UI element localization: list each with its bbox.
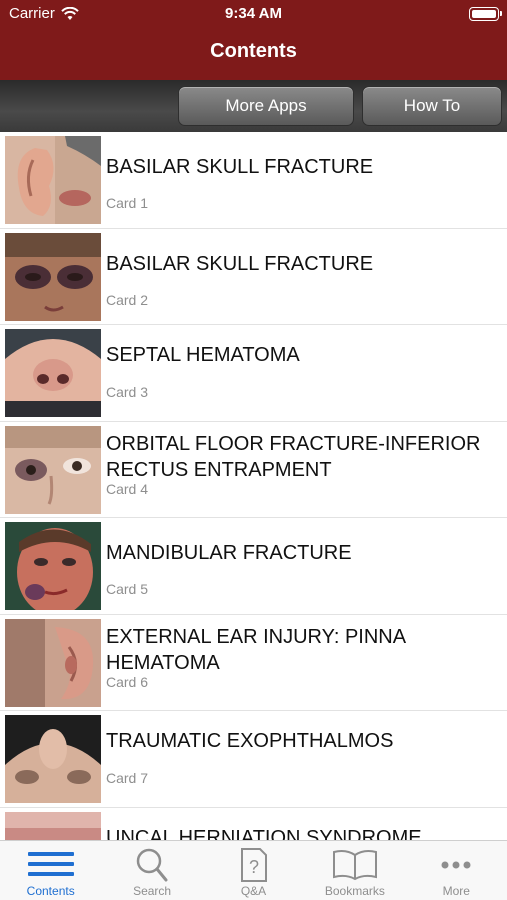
list-item[interactable]: ORBITAL FLOOR FRACTURE-INFERIOR RECTUS E… <box>0 422 507 518</box>
card-title: MANDIBULAR FRACTURE <box>106 542 352 564</box>
book-icon <box>332 850 377 881</box>
battery-icon <box>469 7 502 21</box>
tab-search[interactable]: Search <box>101 841 202 900</box>
status-time: 9:34 AM <box>225 5 282 22</box>
card-title: BASILAR SKULL FRACTURE <box>106 156 374 178</box>
card-title: UNCAL HERNIATION SYNDROME <box>106 826 422 841</box>
card-thumbnail <box>5 522 101 610</box>
card-thumbnail <box>5 811 101 840</box>
card-title: SEPTAL HEMATOMA <box>106 344 300 366</box>
card-number: Card 3 <box>106 384 149 400</box>
question-icon: ? <box>241 848 268 882</box>
list-item[interactable]: MANDIBULAR FRACTURE Card 5 <box>0 518 507 615</box>
card-thumbnail <box>5 232 101 321</box>
tab-contents[interactable]: Contents <box>0 841 101 900</box>
tab-more[interactable]: More <box>406 841 507 900</box>
list-item[interactable]: BASILAR SKULL FRACTURE Card 1 <box>0 132 507 229</box>
tab-label: Contents <box>26 884 75 898</box>
card-title: EXTERNAL EAR INJURY: PINNA HEMATOMA <box>106 625 405 674</box>
card-number: Card 2 <box>106 291 149 308</box>
list-item[interactable]: BASILAR SKULL FRACTURE Card 2 <box>0 229 507 325</box>
list-item[interactable]: EXTERNAL EAR INJURY: PINNA HEMATOMA Card… <box>0 615 507 711</box>
card-thumbnail <box>5 425 101 514</box>
card-number: Card 5 <box>106 581 149 597</box>
tab-label: More <box>442 884 470 898</box>
page-title: Contents <box>210 40 297 62</box>
card-thumbnail <box>5 715 101 803</box>
more-apps-button[interactable]: More Apps <box>178 86 354 126</box>
list-icon <box>27 852 74 876</box>
tab-label: Bookmarks <box>324 884 385 898</box>
tab-label: Q&A <box>240 884 267 898</box>
card-thumbnail <box>5 329 101 417</box>
card-title: BASILAR SKULL FRACTURE <box>106 252 374 275</box>
tab-bookmarks[interactable]: Bookmarks <box>304 841 405 900</box>
tab-qa[interactable]: ? Q&A <box>203 841 304 900</box>
card-title: ORBITAL FLOOR FRACTURE-INFERIOR RECTUS E… <box>106 432 481 481</box>
status-bar: Carrier 9:34 AM <box>0 0 507 28</box>
card-number: Card 6 <box>106 673 149 690</box>
tab-bar: Contents Search ? Q&A Bookmarks More <box>0 840 507 900</box>
card-number: Card 4 <box>106 480 149 497</box>
search-icon <box>136 848 168 882</box>
more-icon <box>441 861 471 869</box>
contents-list: BASILAR SKULL FRACTURE Card 1 BASILAR SK… <box>0 132 507 840</box>
card-number: Card 7 <box>106 770 149 786</box>
card-thumbnail <box>5 136 101 224</box>
card-title: TRAUMATIC EXOPHTHALMOS <box>106 730 394 752</box>
svg-text:?: ? <box>249 857 259 877</box>
list-item[interactable]: UNCAL HERNIATION SYNDROME <box>0 808 507 841</box>
toolbar: More Apps How To <box>0 80 507 132</box>
list-item[interactable]: TRAUMATIC EXOPHTHALMOS Card 7 <box>0 711 507 808</box>
how-to-button[interactable]: How To <box>362 86 502 126</box>
list-item[interactable]: SEPTAL HEMATOMA Card 3 <box>0 325 507 422</box>
tab-label: Search <box>133 884 172 898</box>
card-number: Card 1 <box>106 195 149 211</box>
card-thumbnail <box>5 618 101 707</box>
navigation-bar: Carrier 9:34 AM Contents <box>0 0 507 80</box>
